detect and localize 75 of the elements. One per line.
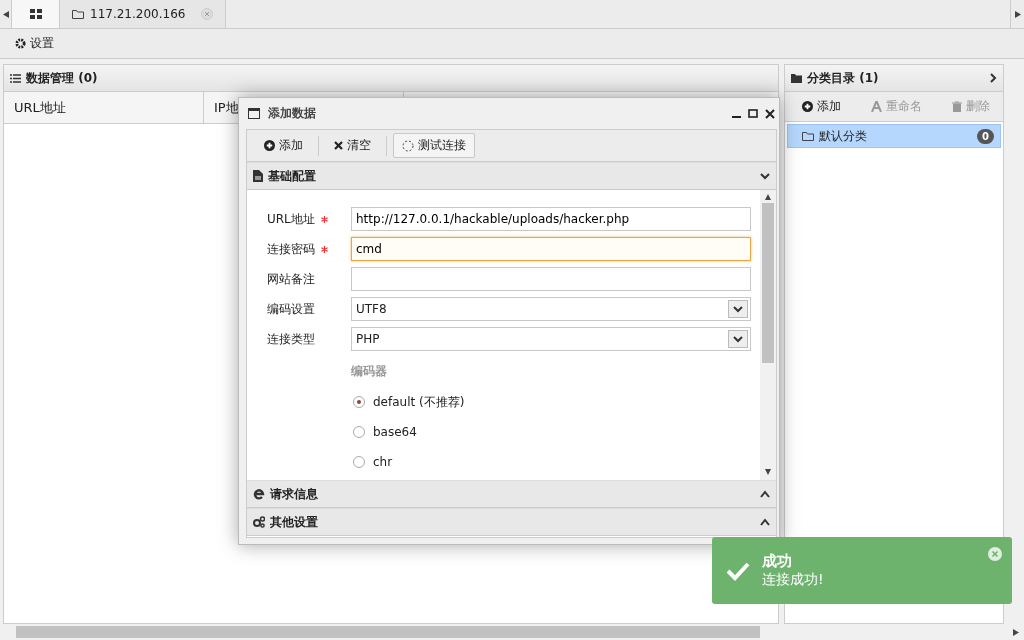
spinner-icon <box>402 139 414 152</box>
folder-icon <box>72 9 84 19</box>
chevron-right-icon <box>989 73 997 83</box>
select-field[interactable]: UTF8 <box>351 297 751 321</box>
window-title: 添加数据 <box>268 105 316 122</box>
select-field[interactable]: PHP <box>351 327 751 351</box>
settings-icon <box>15 38 26 49</box>
toolbar-button[interactable]: 测试连接 <box>393 133 475 158</box>
document-icon <box>253 170 263 182</box>
e-logo-icon <box>253 488 265 500</box>
required-asterisk-icon <box>321 245 328 253</box>
triangle-right-icon <box>1013 628 1019 636</box>
section-title: 请求信息 <box>270 485 318 503</box>
panel-title: 分类目录 (1) <box>807 69 879 87</box>
toolbar-button[interactable]: 清空 <box>325 133 380 158</box>
panel-title: 数据管理 (0) <box>26 69 98 87</box>
radio-label: chr <box>373 455 393 469</box>
triangle-up-icon <box>765 194 771 201</box>
input-field[interactable]: cmd <box>351 237 751 261</box>
toolbar-button[interactable]: 添加 <box>793 94 850 119</box>
maximize-icon[interactable] <box>748 109 758 118</box>
category-item[interactable]: 默认分类 0 <box>787 124 1001 148</box>
folder-icon <box>802 131 814 141</box>
group-label: 编码器 <box>351 363 388 380</box>
input-field[interactable]: http://127.0.0.1/hackable/uploads/hacker.php <box>351 207 751 231</box>
field-label: 连接密码 <box>267 240 351 258</box>
chevron-up-icon <box>760 490 770 498</box>
settings-button[interactable]: 设置 <box>14 34 55 53</box>
dropdown-button[interactable] <box>728 330 748 348</box>
x-icon <box>334 141 343 150</box>
section-header[interactable]: 请求信息 <box>247 480 776 508</box>
chevron-down-icon <box>733 305 743 313</box>
scrollbar-thumb[interactable] <box>762 203 774 363</box>
radio-label: default (不推荐) <box>373 393 465 411</box>
field-label: 编码设置 <box>267 300 316 318</box>
toast-message: 连接成功! <box>762 571 824 589</box>
list-icon <box>10 73 21 83</box>
gears-icon <box>253 516 265 528</box>
triangle-down-icon <box>765 469 771 476</box>
tab[interactable] <box>12 0 60 28</box>
section-title: 基础配置 <box>268 167 316 185</box>
checkmark-icon <box>726 560 750 581</box>
toolbar-button[interactable]: 添加 <box>255 133 312 158</box>
count-badge: 0 <box>977 128 994 144</box>
letter-a-icon <box>871 101 882 112</box>
category-label: 默认分类 <box>819 127 867 145</box>
vertical-scrollbar[interactable] <box>760 190 776 480</box>
plus-circle-icon <box>264 140 275 151</box>
chevron-up-icon <box>760 518 770 526</box>
toast-title: 成功 <box>762 552 793 571</box>
column-header[interactable]: URL地址 <box>4 92 204 123</box>
field-label: 连接类型 <box>267 330 316 348</box>
section-header[interactable]: 其他设置 <box>247 508 776 536</box>
chevron-down-icon <box>733 335 743 343</box>
dropdown-button[interactable] <box>728 300 748 318</box>
required-asterisk-icon <box>320 215 328 223</box>
section-title: 其他设置 <box>270 513 318 531</box>
close-icon[interactable] <box>765 108 775 119</box>
plus-circle-icon <box>802 101 813 112</box>
field-label: 网站备注 <box>267 270 316 288</box>
triangle-left-icon <box>2 10 9 18</box>
trash-icon <box>952 101 962 112</box>
triangle-right-icon <box>1014 10 1021 18</box>
scroll-right-button[interactable] <box>1010 0 1024 28</box>
chevron-down-icon <box>760 172 770 180</box>
grid-icon <box>29 9 42 19</box>
window-icon <box>248 108 260 119</box>
folder-icon <box>791 73 802 83</box>
radio-label: base64 <box>373 425 417 439</box>
input-field[interactable] <box>351 267 751 291</box>
field-label: URL地址 <box>267 210 351 228</box>
tab[interactable]: 117.21.200.166 <box>60 0 227 28</box>
section-header[interactable]: 基础配置 <box>247 162 776 190</box>
scrollbar-thumb[interactable] <box>16 626 760 638</box>
tab-label: 117.21.200.166 <box>90 7 186 21</box>
